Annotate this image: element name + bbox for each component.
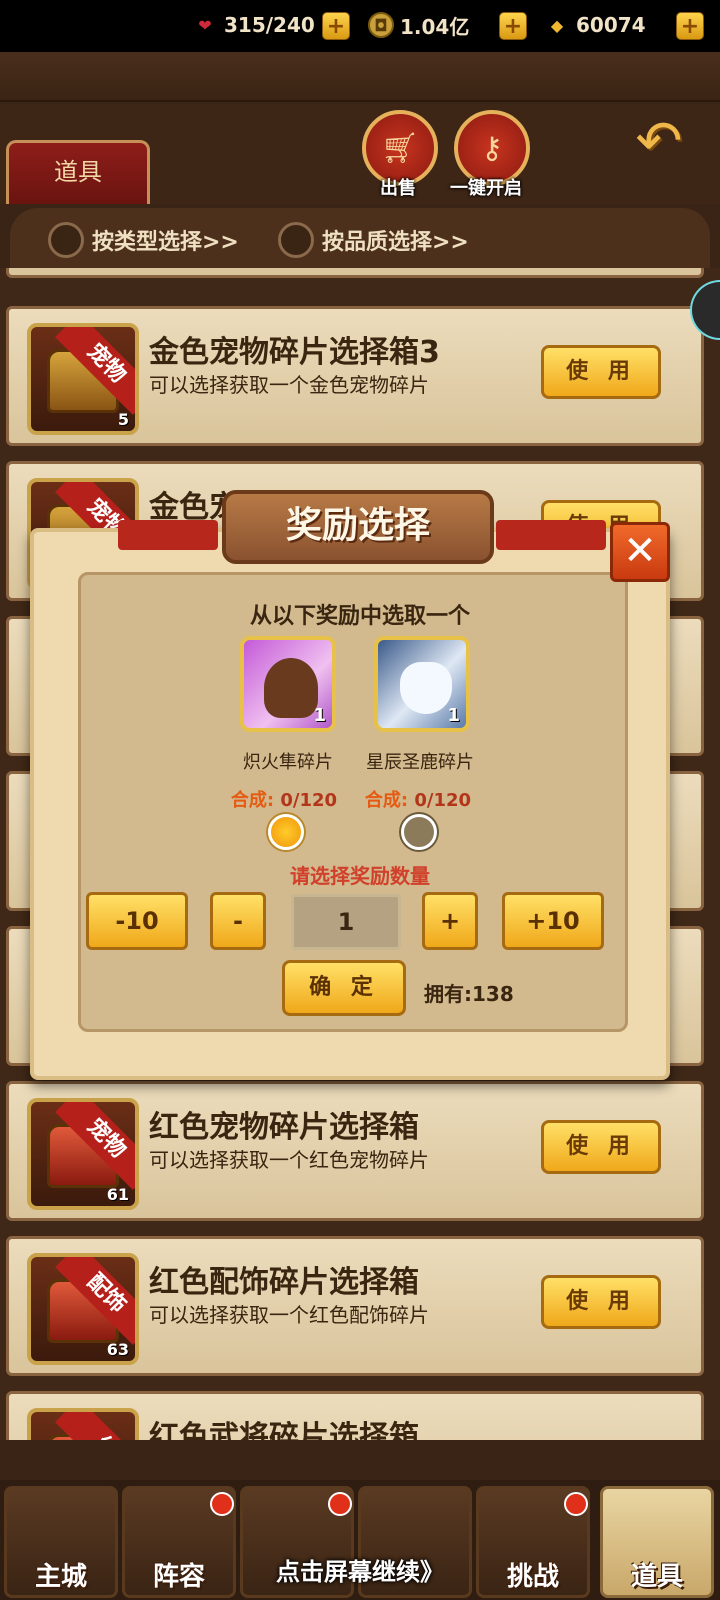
- filter-by-quality[interactable]: 按品质选择>>: [278, 222, 469, 258]
- item-icon[interactable]: 红: [27, 1408, 139, 1440]
- item-title: 红色宠物碎片选择箱: [149, 1110, 419, 1145]
- heart-icon: ❤: [198, 15, 212, 35]
- resource-bar: [0, 52, 720, 102]
- ingot-counter: ◆ 60074: [544, 10, 646, 40]
- notification-dot: [564, 1492, 588, 1516]
- synth-value: 0/120: [414, 790, 472, 811]
- add-coin-button[interactable]: +: [499, 12, 527, 40]
- use-button[interactable]: 使 用: [541, 1275, 661, 1329]
- confirm-button[interactable]: 确 定: [282, 960, 406, 1016]
- add-ingot-button[interactable]: +: [676, 12, 704, 40]
- reward-count: 1: [313, 705, 326, 726]
- item-icon[interactable]: 宠物 61: [27, 1098, 139, 1210]
- filter-by-quality-label: 按品质选择>>: [322, 230, 469, 255]
- falcon-icon: [264, 658, 318, 718]
- dialog-subtitle: 从以下奖励中选取一个: [249, 604, 470, 629]
- list-item: 宠物 61 红色宠物碎片选择箱 可以选择获取一个红色宠物碎片 使 用: [6, 1081, 704, 1221]
- item-desc: 可以选择获取一个金色宠物碎片: [149, 373, 429, 397]
- minus-button[interactable]: -: [210, 892, 266, 950]
- tab-items[interactable]: 道具: [6, 140, 150, 204]
- item-count: 63: [106, 1340, 129, 1359]
- list-item: 宠物 5 金色宠物碎片选择箱3 可以选择获取一个金色宠物碎片 使 用: [6, 306, 704, 446]
- dialog-title: 奖励选择: [222, 490, 494, 564]
- filter-by-type-label: 按类型选择>>: [92, 230, 239, 255]
- radio-icon: [278, 222, 314, 258]
- item-desc: 可以选择获取一个红色配饰碎片: [149, 1303, 429, 1327]
- synth-value: 0/120: [280, 790, 338, 811]
- item-count: 5: [117, 410, 129, 429]
- notification-dot: [210, 1492, 234, 1516]
- notification-dot: [328, 1492, 352, 1516]
- reward-name: 星辰圣鹿碎片: [366, 752, 474, 773]
- synth-progress: 合成: 0/120: [338, 786, 498, 812]
- add-stamina-button[interactable]: +: [322, 12, 350, 40]
- item-title: 红色武将碎片选择箱: [149, 1420, 419, 1440]
- coin-value: 1.04亿: [400, 14, 470, 39]
- dialog-ribbon-left: [118, 520, 218, 550]
- plus-button[interactable]: +: [422, 892, 478, 950]
- minus-ten-button[interactable]: -10: [86, 892, 188, 950]
- list-item: 配饰 63 红色配饰碎片选择箱 可以选择获取一个红色配饰碎片 使 用: [6, 1236, 704, 1376]
- reward-count: 1: [447, 705, 460, 726]
- open-all-label: 一键开启: [450, 178, 522, 199]
- item-icon[interactable]: 配饰 63: [27, 1253, 139, 1365]
- close-icon[interactable]: ✕: [610, 522, 670, 582]
- radio-icon: [48, 222, 84, 258]
- list-item: 红 红色武将碎片选择箱: [6, 1391, 704, 1440]
- cart-icon: 🛒︎: [380, 130, 420, 166]
- list-item: [6, 268, 704, 278]
- quantity-prompt: 请选择奖励数量: [290, 864, 430, 888]
- stamina-counter: ❤ 315/240: [192, 10, 315, 40]
- reward-radio-selected[interactable]: [268, 814, 304, 850]
- owned-count: 拥有:138: [424, 982, 514, 1006]
- back-arrow-icon[interactable]: ↶: [622, 112, 696, 172]
- plus-ten-button[interactable]: +10: [502, 892, 604, 950]
- reward-radio[interactable]: [401, 814, 437, 850]
- use-button[interactable]: 使 用: [541, 345, 661, 399]
- quantity-field[interactable]: 1: [291, 894, 401, 950]
- item-icon[interactable]: 宠物 5: [27, 323, 139, 435]
- item-title: 红色配饰碎片选择箱: [149, 1265, 419, 1300]
- reward-option-deer[interactable]: 1: [374, 636, 470, 732]
- deer-icon: [400, 662, 452, 714]
- tap-to-continue[interactable]: 点击屏幕继续》: [0, 1552, 720, 1587]
- stamina-value: 315/240: [224, 13, 315, 37]
- filter-by-type[interactable]: 按类型选择>>: [48, 222, 239, 258]
- coin-icon: ◘: [368, 12, 394, 38]
- key-icon: ⚷: [481, 130, 503, 166]
- coin-counter: ◘ 1.04亿: [368, 10, 469, 40]
- dialog-ribbon-right: [496, 520, 606, 550]
- item-count: 61: [106, 1185, 129, 1204]
- reward-option-falcon[interactable]: 1: [240, 636, 336, 732]
- ingot-value: 60074: [576, 13, 646, 37]
- item-title: 金色宠物碎片选择箱3: [149, 335, 440, 370]
- item-tag: 红: [55, 1412, 135, 1440]
- synth-label: 合成:: [230, 790, 275, 811]
- ingot-icon: ◆: [550, 15, 564, 35]
- use-button[interactable]: 使 用: [541, 1120, 661, 1174]
- synth-label: 合成:: [364, 790, 409, 811]
- sell-label: 出售: [380, 178, 416, 199]
- item-desc: 可以选择获取一个红色宠物碎片: [149, 1148, 429, 1172]
